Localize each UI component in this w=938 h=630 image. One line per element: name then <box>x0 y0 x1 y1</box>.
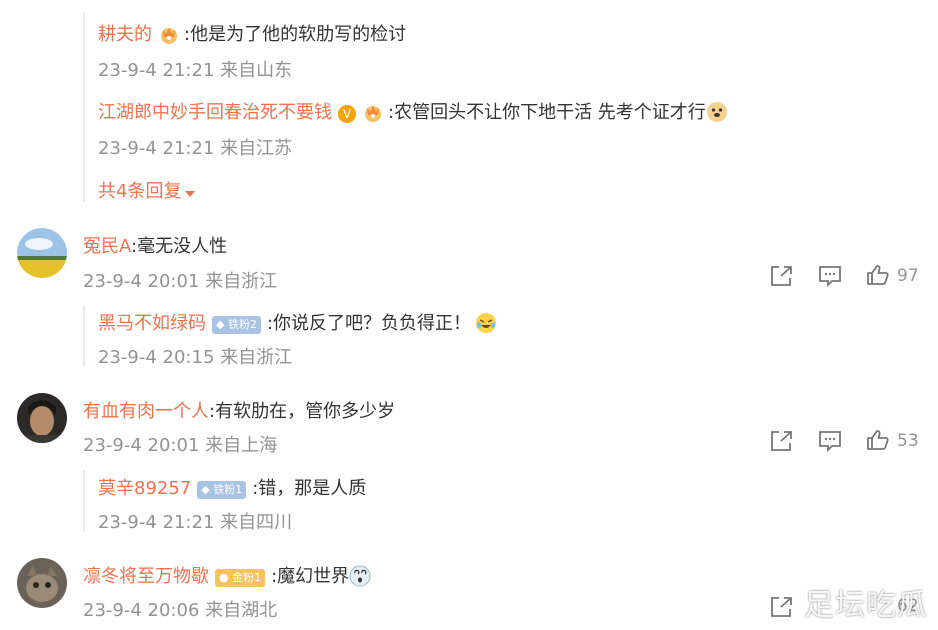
more-replies-label: 共4条回复 <box>98 181 182 202</box>
watermark: 足坛吃瓜 <box>804 588 928 623</box>
reply-text: :农管回头不让你下地干活 先考个证才行 <box>388 102 706 123</box>
reply-meta: 23-9-4 20:15 来自浙江 <box>98 347 293 368</box>
comment-item: 有血有肉一个人:有软肋在，管你多少岁 <box>83 397 395 423</box>
crown-icon <box>158 24 180 48</box>
like-count: 53 <box>897 431 919 451</box>
comment-meta: 23-9-4 20:01 来自浙江 <box>83 271 278 292</box>
like-icon[interactable] <box>866 429 890 451</box>
comment-user-name[interactable]: 有血有肉一个人 <box>83 401 209 422</box>
comment-user-name[interactable]: 冤民A <box>83 236 131 257</box>
fan-badge-label: 铁粉2 <box>227 317 257 331</box>
reply-thread-line <box>83 12 85 202</box>
fan-badge-label: 铁粉1 <box>213 482 243 496</box>
avatar[interactable] <box>17 393 67 443</box>
verified-icon: V <box>338 104 356 123</box>
reply-user-name[interactable]: 江湖郎中妙手回春治死不要钱 <box>98 102 332 123</box>
comment-meta: 23-9-4 20:01 来自上海 <box>83 435 278 456</box>
reply-user-name[interactable]: 耕夫的 <box>98 24 152 45</box>
comment-item: 冤民A:毫无没人性 <box>83 232 227 258</box>
dizzy-emoji-icon <box>349 565 371 591</box>
reply-item: 江湖郎中妙手回春治死不要钱 V :农管回头不让你下地干活 先考个证才行 <box>98 98 728 127</box>
fan-badge: ◆ 铁粉2 <box>212 315 261 334</box>
comment-icon[interactable] <box>818 430 842 452</box>
fan-badge: ◆ 铁粉1 <box>197 480 247 499</box>
comment-text: :有软肋在，管你多少岁 <box>209 401 396 422</box>
caret-down-icon <box>185 182 196 203</box>
avatar[interactable] <box>17 558 67 608</box>
more-replies-link[interactable]: 共4条回复 <box>98 177 196 203</box>
reply-thread-line <box>83 470 85 532</box>
comment-user-name[interactable]: 凛冬将至万物歇 <box>83 566 209 587</box>
comment-icon[interactable] <box>818 265 842 287</box>
fan-badge-label: 金粉1 <box>232 570 262 584</box>
reply-text: :他是为了他的软肋写的检讨 <box>184 24 407 45</box>
comment-item: 凛冬将至万物歇 ● 金粉1 :魔幻世界 <box>83 562 371 591</box>
reply-user-name[interactable]: 莫辛89257 <box>98 478 191 499</box>
reply-user-name[interactable]: 黑马不如绿码 <box>98 313 206 334</box>
doge-emoji-icon <box>706 101 728 127</box>
laugh-cry-emoji-icon <box>475 312 497 338</box>
like-count: 97 <box>897 266 919 286</box>
fan-badge: ● 金粉1 <box>215 568 266 587</box>
comment-text: :魔幻世界 <box>271 566 350 587</box>
comment-meta: 23-9-4 20:06 来自湖北 <box>83 600 278 621</box>
share-icon[interactable] <box>770 430 794 452</box>
reply-text: :错，那是人质 <box>252 478 367 499</box>
crown-icon <box>362 102 384 126</box>
reply-item: 莫辛89257 ◆ 铁粉1 :错，那是人质 <box>98 474 366 500</box>
comment-text: :毫无没人性 <box>131 236 228 257</box>
share-icon[interactable] <box>770 596 794 618</box>
reply-meta: 23-9-4 21:21 来自江苏 <box>98 138 293 159</box>
reply-text: :你说反了吧？负负得正！ <box>266 313 472 334</box>
reply-thread-line <box>83 305 85 367</box>
like-icon[interactable] <box>866 264 890 286</box>
reply-item: 黑马不如绿码 ◆ 铁粉2 :你说反了吧？负负得正！ <box>98 309 497 338</box>
share-icon[interactable] <box>770 265 794 287</box>
reply-meta: 23-9-4 21:21 来自四川 <box>98 512 293 533</box>
reply-meta: 23-9-4 21:21 来自山东 <box>98 60 293 81</box>
avatar[interactable] <box>17 228 67 278</box>
reply-item: 耕夫的 :他是为了他的软肋写的检讨 <box>98 20 406 48</box>
